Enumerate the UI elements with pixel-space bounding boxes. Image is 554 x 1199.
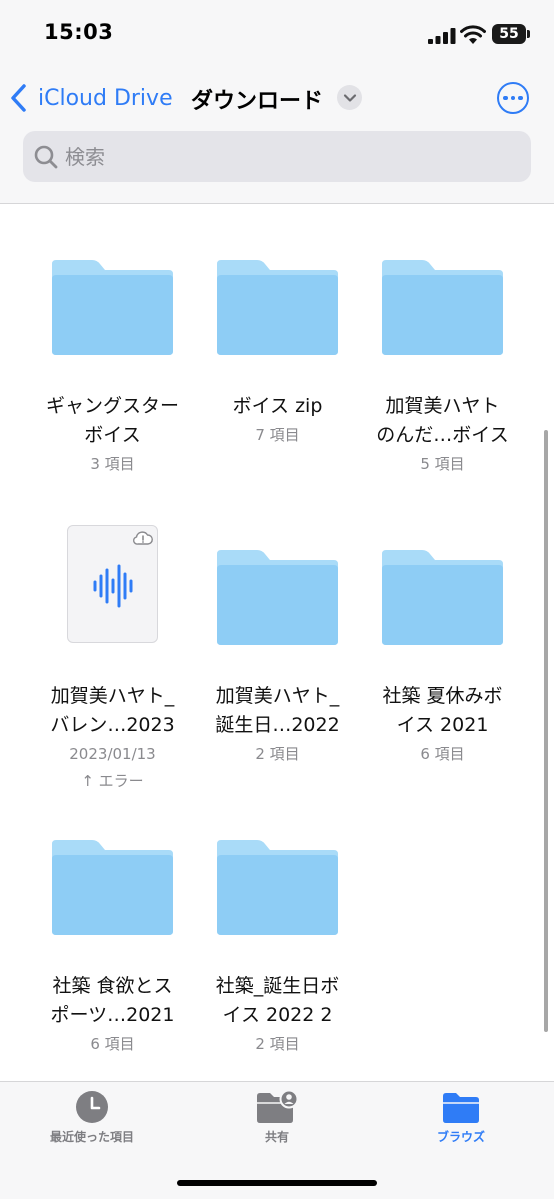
folder-item[interactable]: 加賀美ハヤト_ 誕生日…2022 2 項目 bbox=[195, 550, 360, 768]
search-input[interactable] bbox=[65, 144, 505, 169]
chevron-left-icon bbox=[11, 84, 26, 112]
item-count: 2 項目 bbox=[255, 745, 300, 763]
search-bar[interactable] bbox=[23, 131, 531, 182]
item-count: 5 項目 bbox=[420, 455, 465, 473]
item-date: 2023/01/13 bbox=[69, 745, 156, 763]
title-menu-button[interactable] bbox=[337, 85, 362, 110]
item-count: 2 項目 bbox=[255, 1035, 300, 1053]
folder-item[interactable]: 社築 夏休みボ イス 2021 6 項目 bbox=[360, 550, 525, 768]
upload-error-status: ↑ エラー bbox=[81, 772, 144, 790]
tab-shared[interactable]: 共有 bbox=[207, 1090, 347, 1145]
item-count: 6 項目 bbox=[90, 1035, 135, 1053]
folder-icon bbox=[217, 260, 338, 355]
item-name: ギャングスター ボイス bbox=[45, 395, 179, 446]
status-time: 15:03 bbox=[44, 20, 114, 44]
folder-item[interactable]: 加賀美ハヤト のんだ…ボイス 5 項目 bbox=[360, 260, 525, 478]
back-button-label: iCloud Drive bbox=[38, 85, 173, 111]
item-name: 社築_誕生日ボ イス 2022 2 bbox=[215, 975, 340, 1026]
wifi-icon bbox=[460, 25, 486, 44]
more-options-button[interactable] bbox=[497, 82, 529, 114]
clock-icon bbox=[76, 1091, 108, 1123]
item-count: 3 項目 bbox=[90, 455, 135, 473]
waveform-icon bbox=[93, 564, 133, 608]
home-indicator[interactable] bbox=[177, 1180, 377, 1186]
battery-icon: 55 bbox=[492, 24, 530, 44]
ellipsis-icon bbox=[503, 95, 508, 101]
folder-item[interactable]: 社築_誕生日ボ イス 2022 2 2 項目 bbox=[195, 840, 360, 1058]
chevron-down-icon bbox=[343, 93, 356, 102]
folder-item[interactable]: 社築 食欲とス ポーツ…2021 6 項目 bbox=[30, 840, 195, 1058]
cloud-error-icon bbox=[133, 531, 153, 545]
folder-icon bbox=[382, 260, 503, 355]
audio-document-icon bbox=[67, 525, 158, 643]
tab-label: ブラウズ bbox=[436, 1130, 485, 1144]
cellular-signal-icon bbox=[428, 28, 456, 44]
tab-recents[interactable]: 最近使った項目 bbox=[22, 1090, 162, 1145]
shared-folder-icon bbox=[257, 1090, 299, 1123]
tab-browse[interactable]: ブラウズ bbox=[391, 1090, 531, 1145]
item-name: 加賀美ハヤト_ バレン…2023 bbox=[50, 685, 175, 736]
item-name: 社築 夏休みボ イス 2021 bbox=[382, 685, 503, 736]
page-title: ダウンロード bbox=[191, 89, 324, 114]
item-name: 加賀美ハヤト_ 誕生日…2022 bbox=[215, 685, 340, 736]
folder-icon bbox=[443, 1093, 479, 1123]
scrollbar[interactable] bbox=[544, 430, 548, 1032]
folder-icon bbox=[217, 840, 338, 935]
item-name: 社築 食欲とス ポーツ…2021 bbox=[50, 975, 175, 1026]
search-icon bbox=[34, 145, 58, 168]
item-name: 加賀美ハヤト のんだ…ボイス bbox=[376, 395, 509, 446]
navigation-header: 15:03 55 iCloud Drive ダウンロード bbox=[0, 0, 554, 204]
folder-icon bbox=[217, 550, 338, 645]
folder-item[interactable]: ギャングスター ボイス 3 項目 bbox=[30, 260, 195, 478]
folder-item[interactable]: ボイス zip 7 項目 bbox=[195, 260, 360, 449]
item-count: 7 項目 bbox=[255, 426, 300, 444]
item-count: 6 項目 bbox=[420, 745, 465, 763]
folder-icon bbox=[52, 260, 173, 355]
item-name: ボイス zip bbox=[232, 395, 323, 417]
tab-label: 最近使った項目 bbox=[49, 1130, 134, 1144]
back-button[interactable]: iCloud Drive bbox=[8, 80, 173, 116]
folder-icon bbox=[382, 550, 503, 645]
tab-label: 共有 bbox=[264, 1130, 289, 1144]
folder-icon bbox=[52, 840, 173, 935]
